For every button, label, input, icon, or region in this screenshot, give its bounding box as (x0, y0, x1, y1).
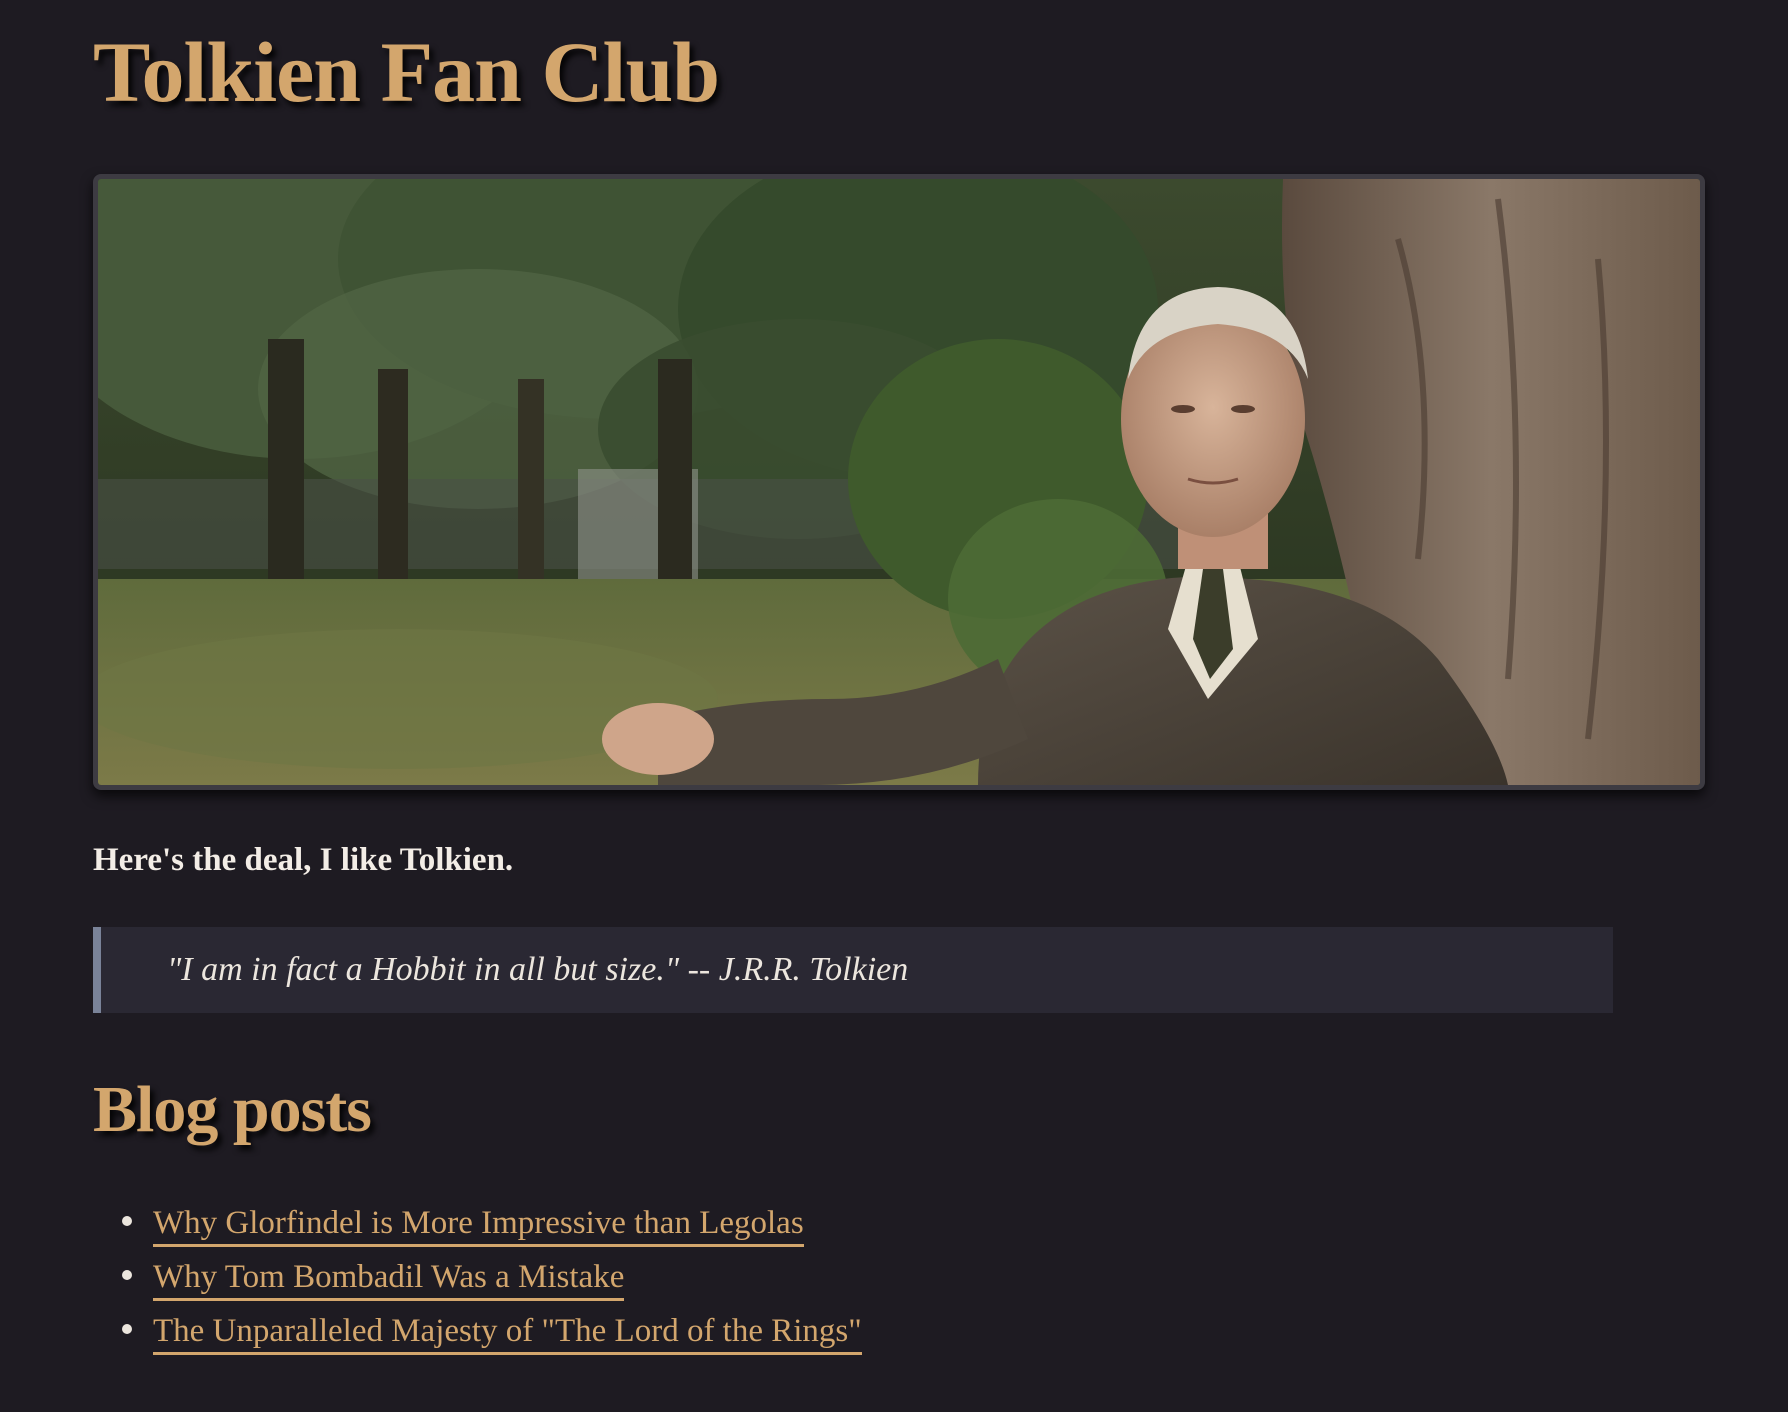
blog-posts-heading: Blog posts (93, 1073, 372, 1146)
intro-text: Here's the deal, I like Tolkien. (93, 842, 514, 878)
bullet-icon (122, 1324, 132, 1334)
blog-post-link[interactable]: The Unparalleled Majesty of "The Lord of… (153, 1313, 862, 1355)
list-item: Why Tom Bombadil Was a Mistake (122, 1256, 862, 1310)
bullet-icon (122, 1216, 132, 1226)
hero-photo (98, 179, 1700, 785)
blog-post-list: Why Glorfindel is More Impressive than L… (93, 1202, 862, 1364)
list-item: Why Glorfindel is More Impressive than L… (122, 1202, 862, 1256)
bullet-icon (122, 1270, 132, 1280)
quote-text: "I am in fact a Hobbit in all but size."… (167, 951, 909, 988)
quote-block: "I am in fact a Hobbit in all but size."… (93, 927, 1613, 1013)
blog-post-link[interactable]: Why Glorfindel is More Impressive than L… (153, 1205, 804, 1247)
blog-post-link[interactable]: Why Tom Bombadil Was a Mistake (153, 1259, 625, 1301)
list-item: The Unparalleled Majesty of "The Lord of… (122, 1310, 862, 1364)
site-title: Tolkien Fan Club (93, 24, 720, 120)
hero-image (93, 174, 1705, 790)
